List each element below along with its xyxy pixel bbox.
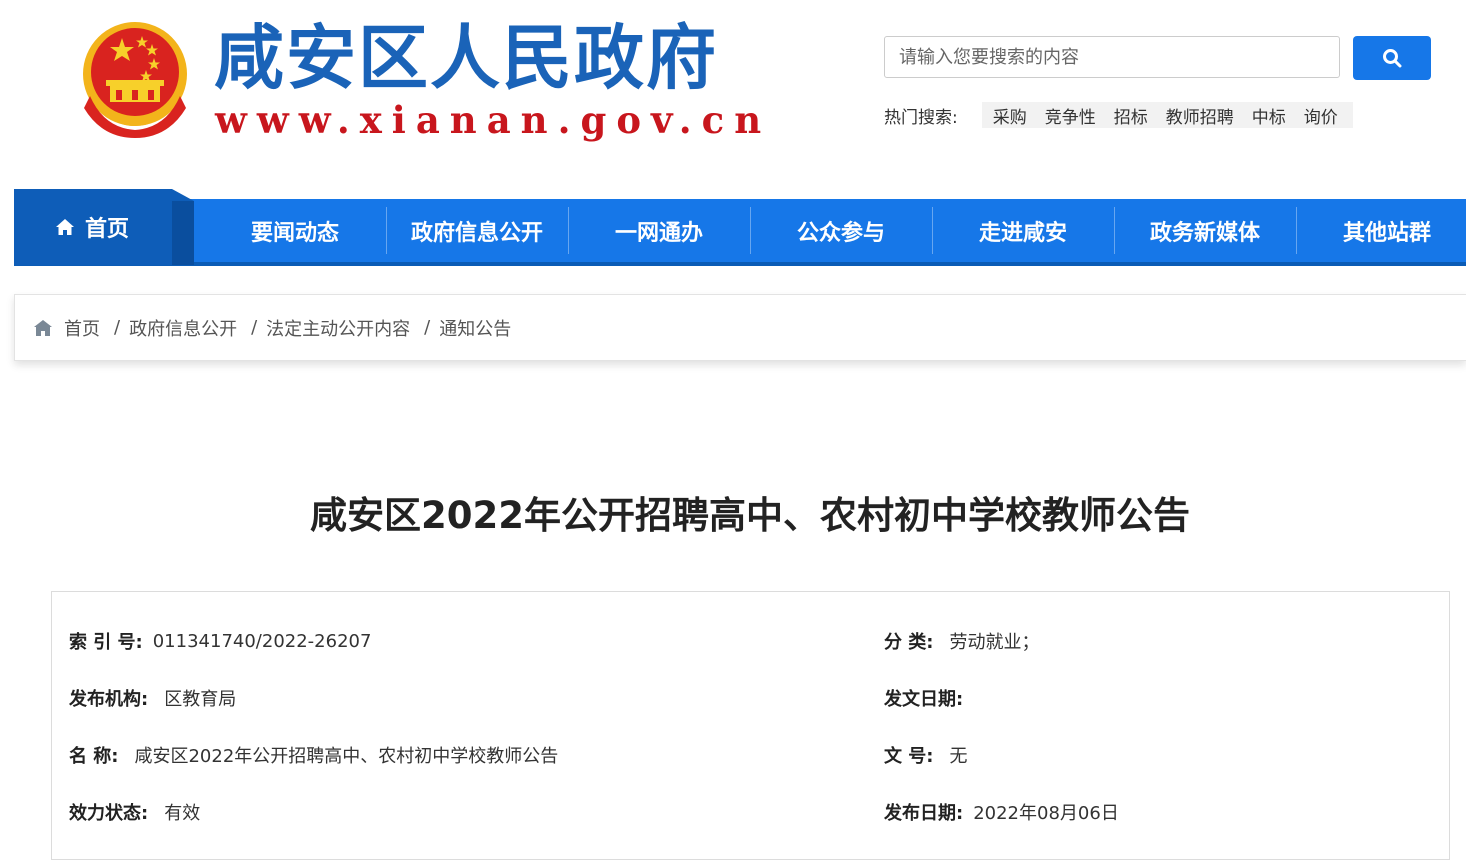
meta-issue-date: 发文日期: [884, 685, 979, 711]
breadcrumb-notices[interactable]: 通知公告 [439, 315, 511, 341]
search-input[interactable] [884, 36, 1340, 78]
breadcrumb-separator: / [114, 317, 121, 338]
breadcrumb-gov-info[interactable]: 政府信息公开 [129, 315, 237, 341]
meta-name-label: 名 称: [69, 746, 119, 767]
hot-search-item[interactable]: 招标 [1114, 103, 1148, 128]
main-nav: 要闻动态 政府信息公开 一网通办 公众参与 走进咸安 政务新媒体 其他站群 [14, 199, 1466, 266]
meta-index: 索 引 号: 011341740/2022-26207 [69, 628, 371, 654]
meta-category-value: 劳动就业； [949, 632, 1040, 653]
meta-index-value: 011341740/2022-26207 [152, 630, 372, 652]
hot-search: 热门搜索: 采购 竞争性 招标 教师招聘 中标 询价 [884, 102, 1353, 128]
hot-search-label: 热门搜索: [884, 107, 958, 128]
nav-item-home[interactable]: 首页 [14, 189, 194, 265]
nav-home-label: 首页 [84, 217, 129, 242]
nav-item-other-sites[interactable]: 其他站群 [1296, 199, 1466, 262]
document-metadata: 索 引 号: 011341740/2022-26207 分 类: 劳动就业； 发… [51, 591, 1450, 860]
nav-item-new-media[interactable]: 政务新媒体 [1114, 199, 1296, 262]
house-icon [33, 319, 53, 337]
hot-search-item[interactable]: 竞争性 [1045, 103, 1096, 128]
breadcrumb-separator: / [251, 317, 258, 338]
meta-publish-date-label: 发布日期: [884, 803, 964, 824]
meta-category-label: 分 类: [884, 632, 934, 653]
meta-doc-no-label: 文 号: [884, 746, 934, 767]
search-button[interactable] [1353, 36, 1431, 80]
meta-name-value: 咸安区2022年公开招聘高中、农村初中学校教师公告 [134, 746, 559, 767]
meta-category: 分 类: 劳动就业； [884, 628, 1039, 654]
home-icon [55, 219, 74, 235]
hot-search-list: 采购 竞争性 招标 教师招聘 中标 询价 [981, 102, 1353, 128]
meta-status-value: 有效 [164, 803, 201, 824]
nav-item-news[interactable]: 要闻动态 [204, 199, 386, 262]
nav-item-gov-info[interactable]: 政府信息公开 [386, 199, 568, 262]
hot-search-item[interactable]: 中标 [1252, 103, 1286, 128]
site-title[interactable]: 咸安区人民政府 [214, 18, 718, 98]
meta-status-label: 效力状态: [69, 803, 149, 824]
hot-search-item[interactable]: 询价 [1304, 103, 1338, 128]
article-title: 咸安区2022年公开招聘高中、农村初中学校教师公告 [310, 494, 1190, 537]
nav-item-online-service[interactable]: 一网通办 [568, 199, 750, 262]
meta-issue-date-label: 发文日期: [884, 689, 964, 710]
hot-search-item[interactable]: 采购 [993, 103, 1027, 128]
site-url: www.xianan.gov.cn [215, 98, 772, 142]
meta-publisher: 发布机构: 区教育局 [69, 685, 236, 711]
meta-publish-date: 发布日期: 2022年08月06日 [884, 799, 1119, 825]
meta-name: 名 称: 咸安区2022年公开招聘高中、农村初中学校教师公告 [69, 742, 558, 768]
breadcrumb-home[interactable]: 首页 [64, 315, 100, 341]
meta-publisher-label: 发布机构: [69, 689, 149, 710]
search-icon [1383, 49, 1402, 68]
meta-index-label: 索 引 号: [69, 632, 143, 653]
meta-status: 效力状态: 有效 [69, 799, 200, 825]
breadcrumb-separator: / [424, 317, 431, 338]
breadcrumb: 首页 / 政府信息公开 / 法定主动公开内容 / 通知公告 [14, 294, 1466, 361]
meta-publisher-value: 区教育局 [164, 689, 237, 710]
nav-item-about[interactable]: 走进咸安 [932, 199, 1114, 262]
meta-doc-no-value: 无 [949, 746, 968, 767]
nav-item-public-participation[interactable]: 公众参与 [750, 199, 932, 262]
breadcrumb-statutory-content[interactable]: 法定主动公开内容 [266, 315, 410, 341]
meta-doc-no: 文 号: 无 [884, 742, 967, 768]
hot-search-item[interactable]: 教师招聘 [1166, 103, 1234, 128]
meta-publish-date-value: 2022年08月06日 [973, 803, 1119, 824]
national-emblem-icon [83, 22, 187, 138]
